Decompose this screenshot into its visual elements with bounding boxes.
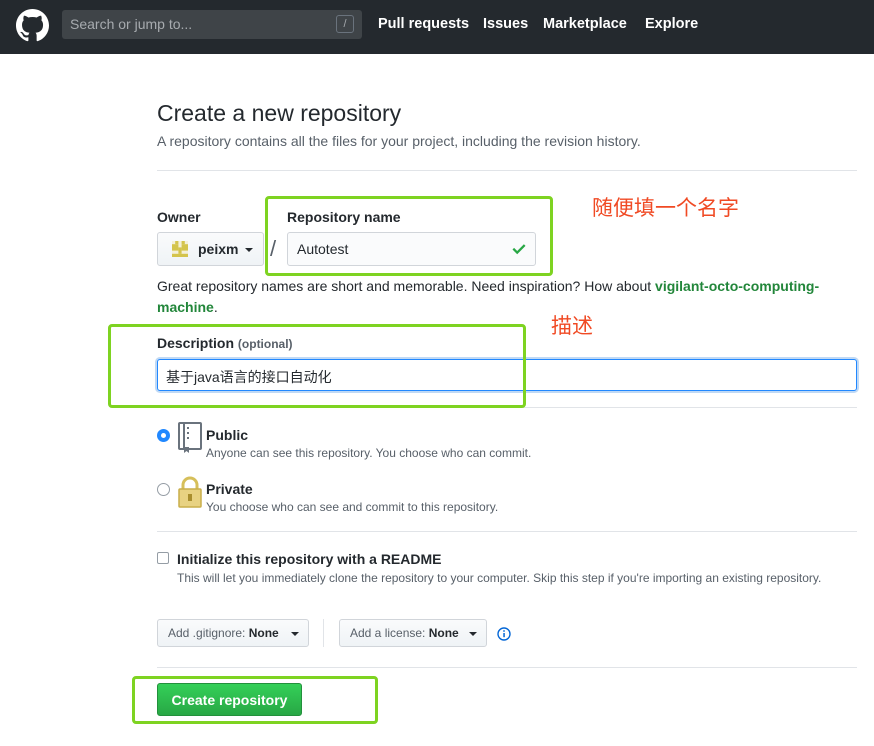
avatar xyxy=(172,241,188,257)
hint-end: . xyxy=(213,299,218,315)
nav-pull-requests[interactable]: Pull requests xyxy=(378,16,469,32)
hint-text: Great repository names are short and mem… xyxy=(157,278,656,294)
chevron-down-icon xyxy=(291,632,299,636)
github-mark-icon[interactable] xyxy=(16,9,49,42)
public-radio[interactable] xyxy=(157,429,170,442)
license-select-button[interactable]: Add a license: None xyxy=(339,619,487,647)
public-title: Public xyxy=(206,427,249,443)
page-title: Create a new repository xyxy=(157,100,402,126)
private-radio[interactable] xyxy=(157,483,170,496)
repo-name-hint: Great repository names are short and mem… xyxy=(157,276,857,318)
search-shortcut-key: / xyxy=(336,15,354,33)
divider xyxy=(157,667,857,668)
top-header: Search or jump to... / Pull requests Iss… xyxy=(0,0,874,54)
nav-explore[interactable]: Explore xyxy=(645,16,698,32)
vertical-divider xyxy=(323,619,324,647)
chevron-down-icon xyxy=(469,632,477,636)
repo-book-icon xyxy=(178,422,202,453)
lock-icon xyxy=(178,476,202,508)
license-label: Add a license: xyxy=(350,626,426,640)
license-value: None xyxy=(428,626,459,640)
license-select-text: Add a license: None xyxy=(350,626,459,640)
init-readme-description: This will let you immediately clone the … xyxy=(177,571,822,585)
gitignore-value: None xyxy=(248,626,279,640)
init-readme-title: Initialize this repository with a README xyxy=(177,551,442,567)
page-subtitle: A repository contains all the files for … xyxy=(157,133,641,149)
info-icon[interactable] xyxy=(497,627,511,641)
annotation-box-create xyxy=(132,676,378,724)
annotation-box-description xyxy=(108,324,526,408)
search-input[interactable]: Search or jump to... / xyxy=(62,10,362,39)
annotation-desc-note: 描述 xyxy=(551,314,593,338)
divider xyxy=(157,531,857,532)
nav-issues[interactable]: Issues xyxy=(483,16,528,32)
owner-label: Owner xyxy=(157,209,201,225)
init-readme-checkbox[interactable] xyxy=(157,552,169,564)
private-description: You choose who can see and commit to thi… xyxy=(206,500,499,514)
gitignore-label: Add .gitignore: xyxy=(168,626,246,640)
nav-marketplace[interactable]: Marketplace xyxy=(543,16,627,32)
gitignore-select-button[interactable]: Add .gitignore: None xyxy=(157,619,309,647)
gitignore-select-text: Add .gitignore: None xyxy=(168,626,279,640)
owner-name: peixm xyxy=(198,241,239,257)
chevron-down-icon xyxy=(245,248,253,252)
divider xyxy=(157,170,857,171)
owner-select-button[interactable]: peixm xyxy=(157,232,264,266)
public-description: Anyone can see this repository. You choo… xyxy=(206,446,532,460)
annotation-box-repo-name xyxy=(265,196,553,276)
search-placeholder: Search or jump to... xyxy=(70,16,193,32)
private-title: Private xyxy=(206,481,253,497)
annotation-name-note: 随便填一个名字 xyxy=(592,196,739,220)
